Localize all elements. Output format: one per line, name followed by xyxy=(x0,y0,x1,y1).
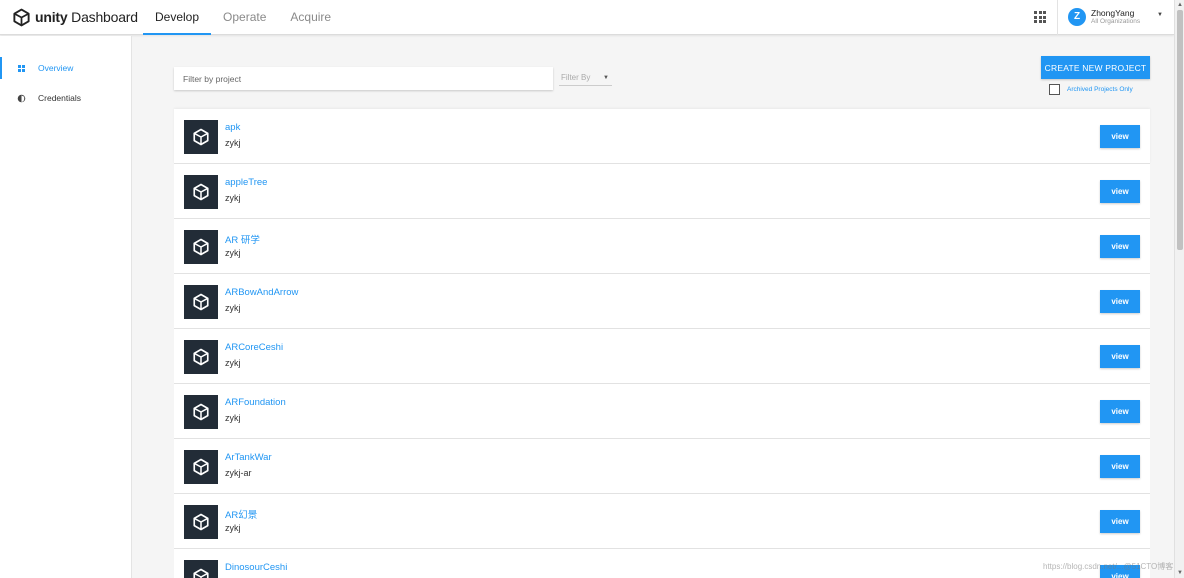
project-row[interactable]: DinosourCeshi view xyxy=(174,549,1150,578)
project-row[interactable]: apk zykj view xyxy=(174,109,1150,164)
view-project-button[interactable]: view xyxy=(1100,235,1140,258)
project-name-link[interactable]: appleTree xyxy=(225,177,267,188)
tab-operate[interactable]: Operate xyxy=(211,0,278,35)
unity-project-icon xyxy=(184,505,218,539)
filter-projects-input[interactable] xyxy=(174,67,553,90)
project-row[interactable]: ARFoundation zykj view xyxy=(174,384,1150,439)
project-name-link[interactable]: ARBowAndArrow xyxy=(225,287,298,298)
sidebar-item-credentials[interactable]: Credentials xyxy=(0,87,131,109)
apps-grid-icon[interactable] xyxy=(1034,11,1046,23)
logo-text: unity Dashboard xyxy=(35,9,138,25)
caret-down-icon[interactable]: ▼ xyxy=(1157,12,1163,18)
shield-icon xyxy=(16,93,26,103)
project-list: apk zykj view appleTree zykj view AR 研学 … xyxy=(174,109,1150,578)
view-project-button[interactable]: view xyxy=(1100,510,1140,533)
view-project-button[interactable]: view xyxy=(1100,400,1140,423)
unity-dashboard-logo[interactable]: unity Dashboard xyxy=(12,7,138,27)
unity-project-icon xyxy=(184,175,218,209)
avatar[interactable]: Z xyxy=(1068,8,1086,26)
archived-only-checkbox[interactable] xyxy=(1049,83,1060,95)
unity-project-icon xyxy=(184,230,218,264)
project-name-link[interactable]: AR 研学 xyxy=(225,232,260,246)
sidebar-item-overview[interactable]: Overview xyxy=(0,57,131,79)
project-name-link[interactable]: AR幻景 xyxy=(225,507,257,521)
create-new-project-button[interactable]: CREATE NEW PROJECT xyxy=(1041,56,1150,79)
project-name-link[interactable]: apk xyxy=(225,122,240,133)
user-organization: All Organizations xyxy=(1091,18,1141,25)
watermark: https://blog.csdn.net/...@51CTO博客 xyxy=(1043,562,1174,571)
view-project-button[interactable]: view xyxy=(1100,345,1140,368)
view-project-button[interactable]: view xyxy=(1100,455,1140,478)
project-organization: zykj xyxy=(225,248,241,258)
sidebar-item-label: Credentials xyxy=(38,93,81,103)
project-row[interactable]: ARCoreCeshi zykj view xyxy=(174,329,1150,384)
unity-logo-icon xyxy=(13,8,30,26)
view-project-button[interactable]: view xyxy=(1100,290,1140,313)
project-organization: zykj xyxy=(225,413,241,423)
unity-project-icon xyxy=(184,395,218,429)
user-name[interactable]: ZhongYang xyxy=(1091,8,1134,18)
project-name-link[interactable]: DinosourCeshi xyxy=(225,562,287,573)
project-row[interactable]: appleTree zykj view xyxy=(174,164,1150,219)
unity-project-icon xyxy=(184,285,218,319)
unity-project-icon xyxy=(184,120,218,154)
unity-project-icon xyxy=(184,560,218,578)
project-row[interactable]: AR幻景 zykj view xyxy=(174,494,1150,549)
view-project-button[interactable]: view xyxy=(1100,180,1140,203)
divider xyxy=(1057,0,1058,35)
tab-acquire[interactable]: Acquire xyxy=(278,0,343,35)
project-organization: zykj xyxy=(225,523,241,533)
unity-project-icon xyxy=(184,340,218,374)
sidebar: Overview Credentials xyxy=(0,36,132,578)
page-scrollbar[interactable]: ▲ ▼ xyxy=(1174,0,1184,578)
grid-icon xyxy=(16,63,26,73)
project-name-link[interactable]: ArTankWar xyxy=(225,452,272,463)
main-nav: Develop Operate Acquire xyxy=(143,0,343,35)
tab-develop[interactable]: Develop xyxy=(143,0,212,35)
unity-project-icon xyxy=(184,450,218,484)
project-organization: zykj-ar xyxy=(225,468,252,478)
project-name-link[interactable]: ARCoreCeshi xyxy=(225,342,283,353)
top-bar: unity Dashboard Develop Operate Acquire … xyxy=(0,0,1174,35)
view-project-button[interactable]: view xyxy=(1100,125,1140,148)
sidebar-item-label: Overview xyxy=(38,63,74,73)
project-organization: zykj xyxy=(225,138,241,148)
project-row[interactable]: AR 研学 zykj view xyxy=(174,219,1150,274)
scrollbar-thumb[interactable] xyxy=(1177,10,1183,250)
archived-projects-filter: Archived Projects Only xyxy=(1049,83,1133,95)
project-organization: zykj xyxy=(225,303,241,313)
project-organization: zykj xyxy=(225,193,241,203)
project-row[interactable]: ARBowAndArrow zykj view xyxy=(174,274,1150,329)
filter-by-select[interactable]: Filter By ▼ xyxy=(559,70,612,86)
project-organization: zykj xyxy=(225,358,241,368)
scroll-up-icon[interactable]: ▲ xyxy=(1177,2,1183,8)
project-row[interactable]: ArTankWar zykj-ar view xyxy=(174,439,1150,494)
scroll-down-icon[interactable]: ▼ xyxy=(1177,570,1183,576)
archived-only-label[interactable]: Archived Projects Only xyxy=(1067,86,1133,93)
caret-down-icon: ▼ xyxy=(603,75,609,81)
filter-by-label: Filter By xyxy=(561,73,591,82)
project-name-link[interactable]: ARFoundation xyxy=(225,397,286,408)
